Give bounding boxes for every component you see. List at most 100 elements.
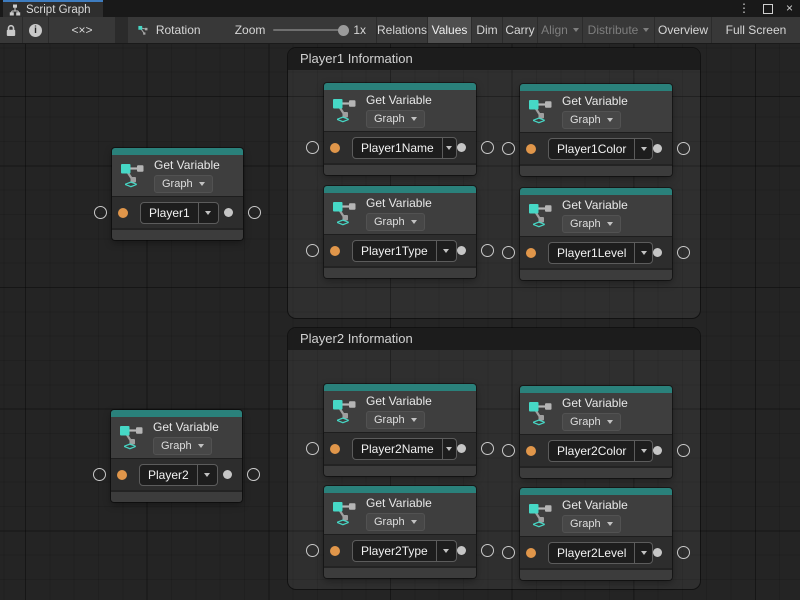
get-variable-node-player1name[interactable]: Get Variable Graph Player1Name (324, 83, 476, 175)
right-connection-port[interactable] (481, 442, 494, 455)
variable-scope-dropdown[interactable]: Graph (153, 437, 212, 455)
align-button[interactable]: Align (538, 17, 582, 43)
variable-input-port[interactable] (526, 446, 536, 456)
node-color-bar (324, 486, 476, 493)
values-button[interactable]: Values (428, 17, 471, 43)
variable-name-dropdown[interactable]: Player2Name (352, 438, 457, 460)
value-output-port[interactable] (653, 248, 662, 257)
value-output-port[interactable] (223, 470, 232, 479)
variable-name-dropdown[interactable]: Player1Name (352, 137, 457, 159)
variable-input-port[interactable] (526, 248, 536, 258)
get-variable-node-player2name[interactable]: Get Variable Graph Player2Name (324, 384, 476, 476)
relations-button[interactable]: Relations (377, 17, 427, 43)
get-variable-node-player2level[interactable]: Get Variable Graph Player2Level (520, 488, 672, 580)
right-connection-port[interactable] (677, 142, 690, 155)
variable-scope-dropdown[interactable]: Graph (562, 215, 621, 233)
value-output-port[interactable] (457, 444, 466, 453)
left-connection-port[interactable] (94, 206, 107, 219)
info-button[interactable]: i (23, 17, 48, 43)
variable-scope-dropdown[interactable]: Graph (366, 411, 425, 429)
right-connection-port[interactable] (677, 246, 690, 259)
get-variable-icon (119, 425, 145, 451)
value-output-port[interactable] (653, 548, 662, 557)
get-variable-node-player2type[interactable]: Get Variable Graph Player2Type (324, 486, 476, 578)
variable-name-dropdown[interactable]: Player2 (139, 464, 218, 486)
carry-button[interactable]: Carry (503, 17, 537, 43)
tab-script-graph[interactable]: Script Graph (3, 0, 103, 17)
code-preview-button[interactable]: <×> (49, 17, 115, 43)
lock-button[interactable] (0, 17, 22, 43)
overview-button[interactable]: Overview (655, 17, 711, 43)
graph-canvas[interactable]: Player1 Information Player2 Information … (0, 44, 800, 600)
value-output-port[interactable] (653, 446, 662, 455)
variable-name-dropdown[interactable]: Player1Level (548, 242, 653, 264)
left-connection-port[interactable] (306, 141, 319, 154)
variable-name-dropdown[interactable]: Player2Type (352, 540, 457, 562)
variable-scope-dropdown[interactable]: Graph (366, 513, 425, 531)
value-output-port[interactable] (224, 208, 233, 217)
variable-input-port[interactable] (330, 444, 340, 454)
variable-scope-dropdown[interactable]: Graph (366, 110, 425, 128)
zoom-value: 1x (353, 23, 366, 37)
group-header[interactable]: Player2 Information (288, 328, 700, 350)
window-titlebar: Script Graph ⋮ × (0, 0, 800, 17)
get-variable-node-player2color[interactable]: Get Variable Graph Player2Color (520, 386, 672, 478)
variable-input-port[interactable] (526, 144, 536, 154)
variable-input-port[interactable] (526, 548, 536, 558)
left-connection-port[interactable] (306, 442, 319, 455)
chevron-down-icon (198, 444, 204, 448)
window-close-icon[interactable]: × (786, 0, 793, 17)
window-maximize-icon[interactable] (763, 4, 773, 14)
get-variable-node-player1type[interactable]: Get Variable Graph Player1Type (324, 186, 476, 278)
zoom-slider[interactable] (273, 29, 345, 31)
left-connection-port[interactable] (502, 142, 515, 155)
node-title: Get Variable (366, 196, 432, 210)
variable-scope-dropdown[interactable]: Graph (366, 213, 425, 231)
left-connection-port[interactable] (93, 468, 106, 481)
left-connection-port[interactable] (306, 244, 319, 257)
variable-scope-dropdown[interactable]: Graph (562, 515, 621, 533)
variable-input-port[interactable] (117, 470, 127, 480)
variable-name-dropdown[interactable]: Player1 (140, 202, 219, 224)
group-header[interactable]: Player1 Information (288, 48, 700, 70)
get-variable-node-player1[interactable]: Get Variable Graph Player1 (112, 148, 243, 240)
get-variable-node-player2[interactable]: Get Variable Graph Player2 (111, 410, 242, 502)
fullscreen-button[interactable]: Full Screen (712, 17, 800, 43)
right-connection-port[interactable] (248, 206, 261, 219)
node-title: Get Variable (153, 420, 219, 434)
variable-name-dropdown[interactable]: Player1Color (548, 138, 653, 160)
variable-name-dropdown[interactable]: Player1Type (352, 240, 457, 262)
dim-button[interactable]: Dim (472, 17, 502, 43)
get-variable-node-player1level[interactable]: Get Variable Graph Player1Level (520, 188, 672, 280)
variable-input-port[interactable] (118, 208, 128, 218)
left-connection-port[interactable] (502, 246, 515, 259)
variable-scope-dropdown[interactable]: Graph (154, 175, 213, 193)
variable-name-dropdown[interactable]: Player2Color (548, 440, 653, 462)
value-output-port[interactable] (653, 144, 662, 153)
variable-input-port[interactable] (330, 246, 340, 256)
right-connection-port[interactable] (677, 444, 690, 457)
left-connection-port[interactable] (502, 546, 515, 559)
value-output-port[interactable] (457, 143, 466, 152)
left-connection-port[interactable] (306, 544, 319, 557)
zoom-slider-knob[interactable] (338, 25, 349, 36)
variable-input-port[interactable] (330, 143, 340, 153)
variable-name-dropdown[interactable]: Player2Level (548, 542, 653, 564)
right-connection-port[interactable] (481, 141, 494, 154)
get-variable-node-player1color[interactable]: Get Variable Graph Player1Color (520, 84, 672, 176)
distribute-button[interactable]: Distribute (583, 17, 654, 43)
node-title: Get Variable (562, 396, 628, 410)
right-connection-port[interactable] (677, 546, 690, 559)
value-output-port[interactable] (457, 246, 466, 255)
right-connection-port[interactable] (481, 244, 494, 257)
right-connection-port[interactable] (481, 544, 494, 557)
chevron-down-icon (643, 28, 649, 32)
variable-scope-dropdown[interactable]: Graph (562, 111, 621, 129)
value-output-port[interactable] (457, 546, 466, 555)
variable-input-port[interactable] (330, 546, 340, 556)
left-connection-port[interactable] (502, 444, 515, 457)
right-connection-port[interactable] (247, 468, 260, 481)
chevron-down-icon (204, 473, 210, 477)
window-menu-icon[interactable]: ⋮ (738, 0, 750, 17)
variable-scope-dropdown[interactable]: Graph (562, 413, 621, 431)
